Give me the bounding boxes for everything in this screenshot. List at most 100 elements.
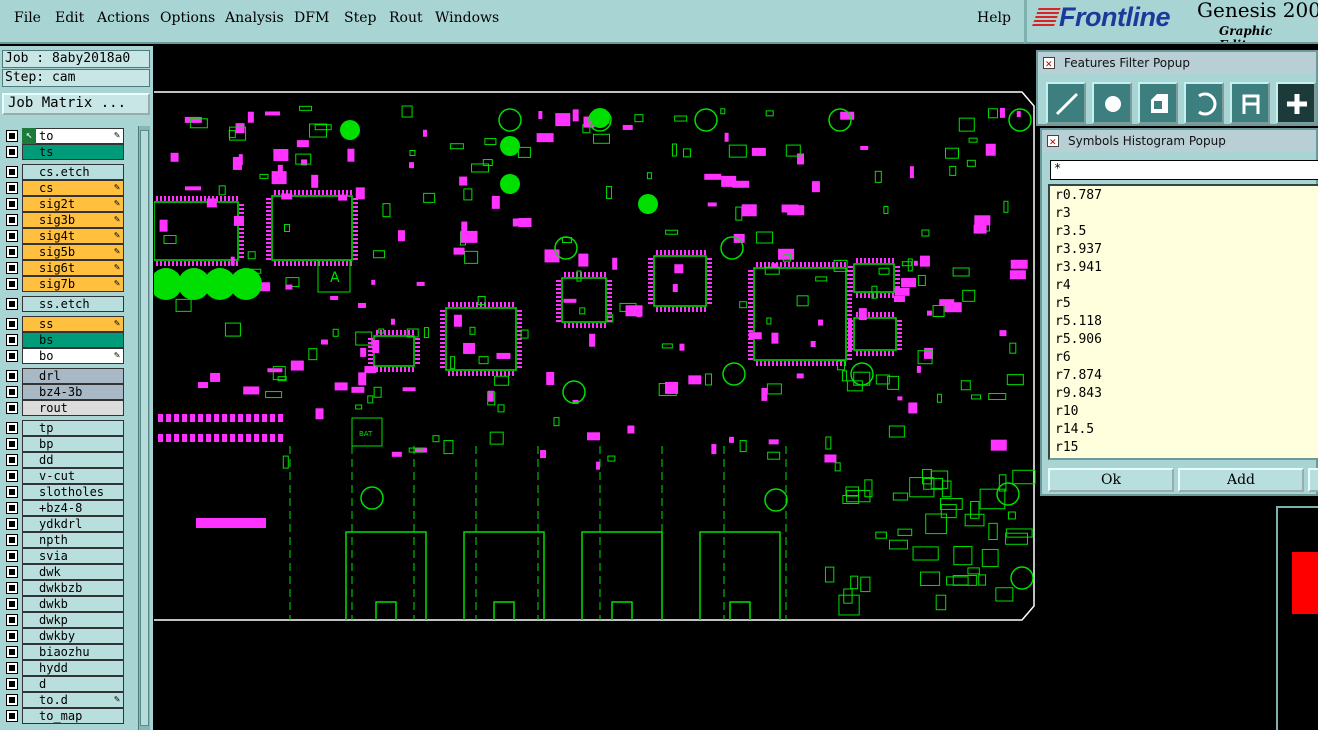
menu-actions[interactable]: Actions: [97, 10, 150, 26]
layer-name[interactable]: cs.etch: [22, 164, 124, 180]
layer-name[interactable]: sig4t ✎: [22, 228, 124, 244]
layer-row-sig3b[interactable]: sig3b ✎: [2, 212, 136, 228]
layer-row-dwkp[interactable]: dwkp: [2, 612, 136, 628]
symbol-item[interactable]: r9.843: [1055, 386, 1102, 401]
symbol-item[interactable]: r15: [1055, 440, 1078, 455]
layer-name[interactable]: slotholes: [22, 484, 124, 500]
layer-name[interactable]: drl: [22, 368, 124, 384]
layer-name[interactable]: dwkby: [22, 628, 124, 644]
layer-name[interactable]: sig6t ✎: [22, 260, 124, 276]
layer-row-to-d[interactable]: to.d ✎: [2, 692, 136, 708]
layer-checkbox[interactable]: [6, 470, 18, 482]
layer-checkbox[interactable]: [6, 402, 18, 414]
layer-row--bz4-8[interactable]: +bz4-8: [2, 500, 136, 516]
layer-name[interactable]: svia: [22, 548, 124, 564]
layer-row-sig2t[interactable]: sig2t ✎: [2, 196, 136, 212]
layer-row-to[interactable]: to ✎ ↖: [2, 128, 136, 144]
layer-name[interactable]: to ✎ ↖: [22, 128, 124, 144]
layer-name[interactable]: dwk: [22, 564, 124, 580]
symbol-item[interactable]: r3: [1055, 206, 1071, 221]
layer-name[interactable]: dwkb: [22, 596, 124, 612]
layer-name[interactable]: bz4-3b: [22, 384, 124, 400]
layer-checkbox[interactable]: [6, 350, 18, 362]
layer-checkbox[interactable]: [6, 662, 18, 674]
add-button[interactable]: Add: [1178, 468, 1304, 492]
menu-windows[interactable]: Windows: [435, 10, 499, 26]
layer-checkbox[interactable]: [6, 214, 18, 226]
pad-filter-button[interactable]: [1092, 82, 1132, 124]
menu-edit[interactable]: Edit: [55, 10, 84, 26]
layer-name[interactable]: bo ✎: [22, 348, 124, 364]
layer-row-dd[interactable]: dd: [2, 452, 136, 468]
menu-options[interactable]: Options: [160, 10, 215, 26]
layer-row-dwkby[interactable]: dwkby: [2, 628, 136, 644]
layer-checkbox[interactable]: [6, 146, 18, 158]
layer-name[interactable]: cs ✎: [22, 180, 124, 196]
layer-row-drl[interactable]: drl: [2, 368, 136, 384]
add-filter-button[interactable]: [1276, 82, 1316, 124]
overview-panel[interactable]: [1276, 506, 1318, 730]
layer-checkbox[interactable]: [6, 182, 18, 194]
layer-name[interactable]: +bz4-8: [22, 500, 124, 516]
close-button-partial[interactable]: [1308, 468, 1318, 492]
layer-row-dwk[interactable]: dwk: [2, 564, 136, 580]
layer-checkbox[interactable]: [6, 278, 18, 290]
text-filter-button[interactable]: [1230, 82, 1270, 124]
layer-row-ydkdrl[interactable]: ydkdrl: [2, 516, 136, 532]
layer-name[interactable]: to_map: [22, 708, 124, 724]
layer-name[interactable]: dwkp: [22, 612, 124, 628]
symbol-item[interactable]: r5.906: [1055, 332, 1102, 347]
symbol-item[interactable]: r6: [1055, 350, 1071, 365]
layer-name[interactable]: tp: [22, 420, 124, 436]
layer-name[interactable]: dwkbzb: [22, 580, 124, 596]
menu-analysis[interactable]: Analysis: [225, 10, 284, 26]
layer-name[interactable]: ts: [22, 144, 124, 160]
layer-checkbox[interactable]: [6, 550, 18, 562]
layer-row-bp[interactable]: bp: [2, 436, 136, 452]
layer-row-sig6t[interactable]: sig6t ✎: [2, 260, 136, 276]
layer-name[interactable]: ydkdrl: [22, 516, 124, 532]
symbol-item[interactable]: r4: [1055, 278, 1071, 293]
layer-checkbox[interactable]: [6, 166, 18, 178]
layer-name[interactable]: v-cut: [22, 468, 124, 484]
layer-row-v-cut[interactable]: v-cut: [2, 468, 136, 484]
layer-name[interactable]: sig5b ✎: [22, 244, 124, 260]
symbol-item[interactable]: r5.118: [1055, 314, 1102, 329]
layer-checkbox[interactable]: [6, 614, 18, 626]
scrollbar-thumb[interactable]: [140, 130, 149, 726]
layer-name[interactable]: npth: [22, 532, 124, 548]
layer-row-bo[interactable]: bo ✎: [2, 348, 136, 364]
layer-row-rout[interactable]: rout: [2, 400, 136, 416]
layer-row-ss[interactable]: ss ✎: [2, 316, 136, 332]
pcb-board-view[interactable]: A BAT: [154, 46, 1036, 730]
graphics-canvas[interactable]: A BAT: [154, 46, 1036, 730]
symbol-search-input[interactable]: *: [1050, 160, 1318, 180]
window-menu-icon[interactable]: [1043, 54, 1055, 74]
layer-checkbox[interactable]: [6, 334, 18, 346]
symbol-item[interactable]: r7.874: [1055, 368, 1102, 383]
layer-row-ts[interactable]: ts: [2, 144, 136, 160]
layer-name[interactable]: ss ✎: [22, 316, 124, 332]
symbol-item[interactable]: r10: [1055, 404, 1078, 419]
layer-row-bz4-3b[interactable]: bz4-3b: [2, 384, 136, 400]
symbol-item[interactable]: r0.787: [1055, 188, 1102, 203]
layer-name[interactable]: to.d ✎: [22, 692, 124, 708]
layer-row-to-map[interactable]: to_map: [2, 708, 136, 724]
layer-row-cs-etch[interactable]: cs.etch: [2, 164, 136, 180]
menu-step[interactable]: Step: [344, 10, 376, 26]
symbol-item[interactable]: r5: [1055, 296, 1071, 311]
menu-help[interactable]: Help: [977, 10, 1011, 26]
layer-row-sig7b[interactable]: sig7b ✎: [2, 276, 136, 292]
symbol-item[interactable]: r14.5: [1055, 422, 1094, 437]
layer-row-hydd[interactable]: hydd: [2, 660, 136, 676]
layer-row-ss-etch[interactable]: ss.etch: [2, 296, 136, 312]
layer-checkbox[interactable]: [6, 502, 18, 514]
layer-checkbox[interactable]: [6, 230, 18, 242]
layer-row-npth[interactable]: npth: [2, 532, 136, 548]
layer-checkbox[interactable]: [6, 598, 18, 610]
layer-checkbox[interactable]: [6, 630, 18, 642]
layer-row-bs[interactable]: bs: [2, 332, 136, 348]
symbol-item[interactable]: r3.5: [1055, 224, 1086, 239]
layer-row-sig4t[interactable]: sig4t ✎: [2, 228, 136, 244]
layer-name[interactable]: ss.etch: [22, 296, 124, 312]
